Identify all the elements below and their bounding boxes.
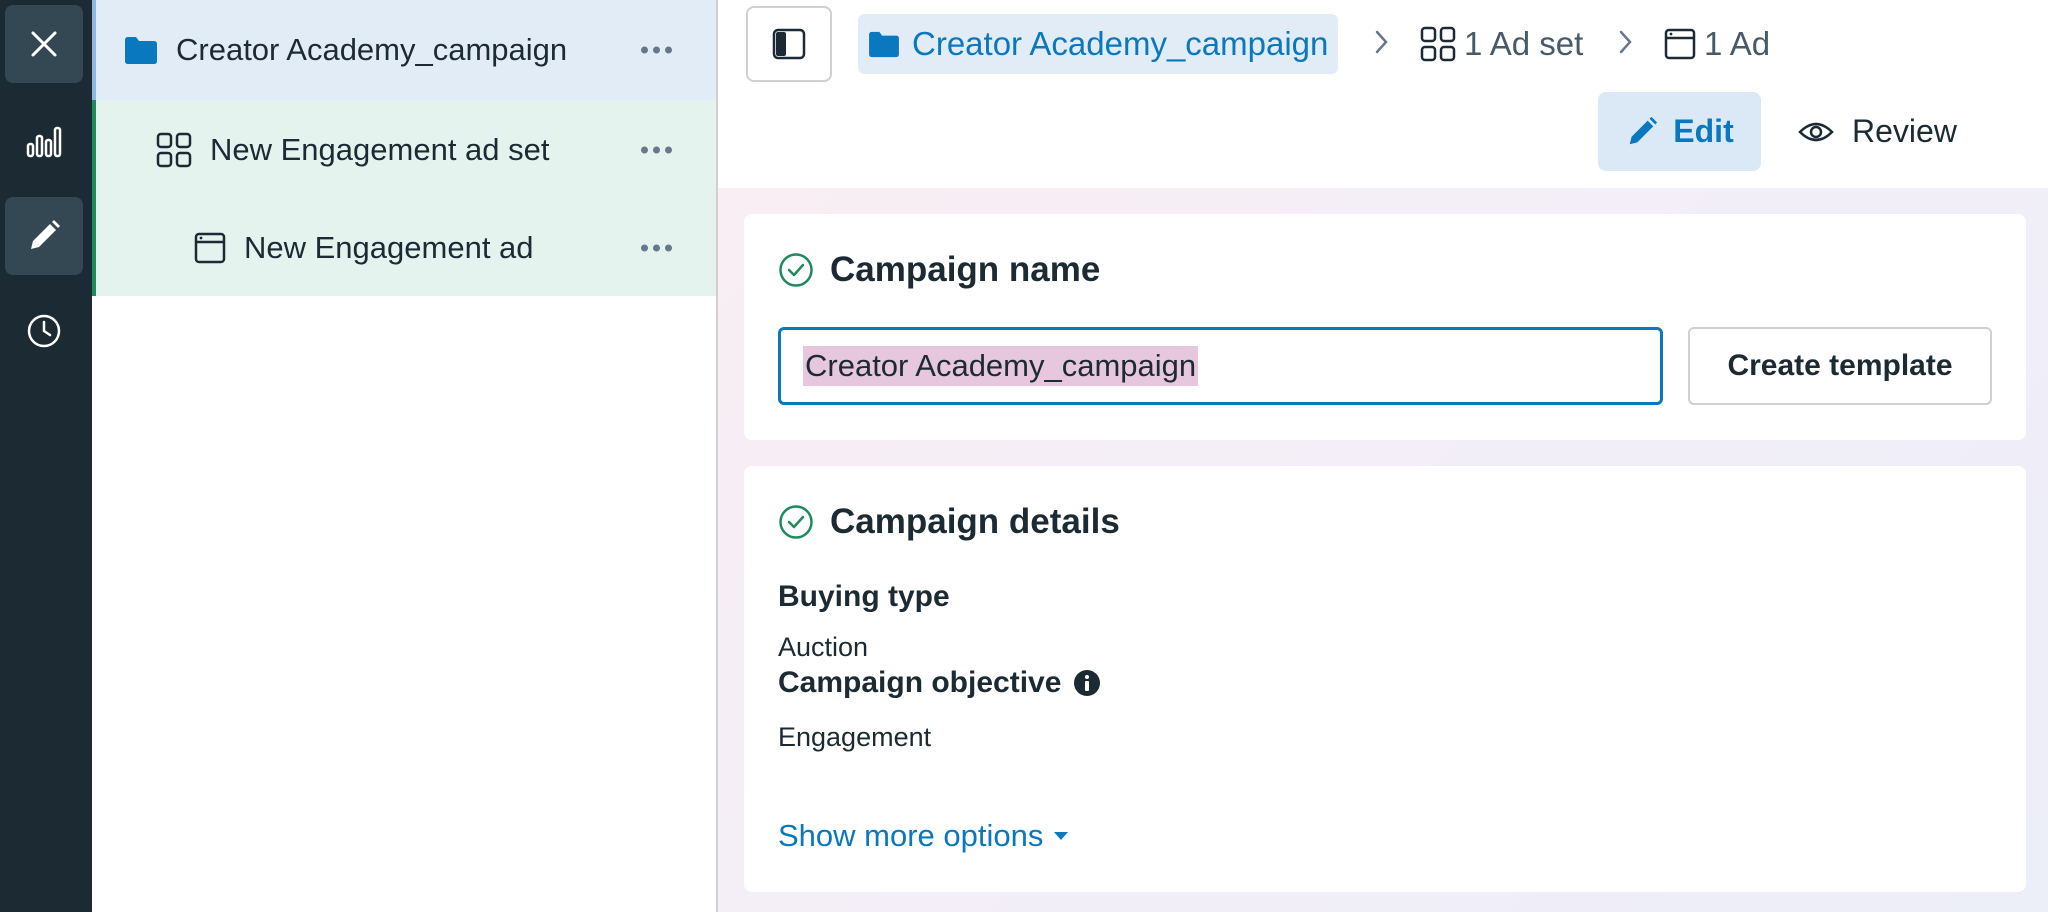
left-nav-rail	[0, 0, 92, 912]
breadcrumb-ad-label: 1 Ad	[1704, 25, 1771, 62]
campaign-name-input[interactable]: Creator Academy_campaign	[778, 327, 1663, 405]
performance-nav-button[interactable]	[5, 102, 83, 180]
clock-icon	[27, 314, 61, 348]
close-icon	[31, 31, 57, 57]
ad-frame-icon	[1664, 28, 1696, 60]
create-template-button[interactable]: Create template	[1688, 327, 1992, 405]
edit-nav-button[interactable]	[5, 197, 83, 275]
more-options-icon[interactable]	[641, 46, 672, 54]
campaign-objective-label: Campaign objective	[778, 666, 1062, 699]
toggle-panel-button[interactable]	[746, 6, 832, 82]
grid-icon	[156, 132, 192, 168]
top-bar: Creator Academy_campaign 1 Ad set 1 Ad E…	[718, 0, 2048, 188]
eye-icon	[1798, 122, 1834, 141]
breadcrumb-campaign[interactable]: Creator Academy_campaign	[858, 14, 1339, 74]
folder-icon	[124, 35, 158, 65]
tree-ad-label: New Engagement ad	[244, 230, 534, 265]
campaign-name-header: Campaign name	[778, 250, 1100, 290]
more-options-icon[interactable]	[641, 244, 672, 252]
sidebar-toggle-icon	[772, 28, 806, 60]
bar-chart-icon	[26, 126, 62, 158]
tree-item-ad[interactable]: New Engagement ad	[92, 200, 716, 296]
history-nav-button[interactable]	[5, 292, 83, 370]
tree-item-campaign[interactable]: Creator Academy_campaign	[92, 0, 716, 100]
tree-adset-label: New Engagement ad set	[210, 132, 550, 167]
buying-type-label: Buying type	[778, 580, 950, 613]
review-mode-label: Review	[1852, 113, 1957, 149]
campaign-objective-value: Engagement	[778, 722, 932, 752]
campaign-details-title: Campaign details	[830, 502, 1120, 541]
edit-mode-label: Edit	[1673, 113, 1734, 149]
check-circle-icon	[779, 253, 813, 287]
campaign-tree-panel: Creator Academy_campaign New Engagement …	[92, 0, 718, 912]
tree-campaign-label: Creator Academy_campaign	[176, 32, 568, 67]
folder-icon	[869, 31, 899, 58]
campaign-name-input-value: Creator Academy_campaign	[803, 346, 1199, 386]
main-content: Creator Academy_campaign 1 Ad set 1 Ad E…	[718, 0, 2048, 912]
tree-item-adset[interactable]: New Engagement ad set	[92, 100, 716, 200]
breadcrumb-campaign-label: Creator Academy_campaign	[912, 25, 1329, 62]
campaign-objective-label-row: Campaign objective	[778, 666, 1101, 700]
show-more-options-label: Show more options	[778, 818, 1044, 853]
grid-icon	[1420, 26, 1456, 62]
chevron-right-icon	[1619, 30, 1632, 54]
pencil-icon	[1630, 116, 1658, 144]
breadcrumb-adset-label: 1 Ad set	[1464, 25, 1584, 62]
breadcrumb-adset[interactable]: 1 Ad set	[1420, 14, 1583, 74]
edit-mode-button[interactable]: Edit	[1598, 92, 1761, 171]
campaign-details-card: Campaign details Buying type Auction Cam…	[744, 466, 2026, 892]
close-button[interactable]	[5, 5, 83, 83]
info-icon[interactable]	[1073, 669, 1101, 697]
campaign-name-title: Campaign name	[830, 250, 1101, 289]
breadcrumb-ad[interactable]: 1 Ad	[1664, 14, 1770, 74]
caret-down-icon	[1054, 832, 1069, 840]
buying-type-value: Auction	[778, 632, 869, 662]
campaign-name-card: Campaign name Creator Academy_campaign C…	[744, 214, 2026, 440]
review-mode-button[interactable]: Review	[1798, 92, 1957, 171]
check-circle-icon	[779, 505, 813, 539]
show-more-options-link[interactable]: Show more options	[778, 818, 1069, 854]
ad-frame-icon	[194, 232, 226, 264]
more-options-icon[interactable]	[641, 146, 672, 154]
chevron-right-icon	[1375, 30, 1388, 54]
campaign-details-header: Campaign details	[778, 502, 1120, 542]
pencil-icon	[31, 220, 60, 249]
